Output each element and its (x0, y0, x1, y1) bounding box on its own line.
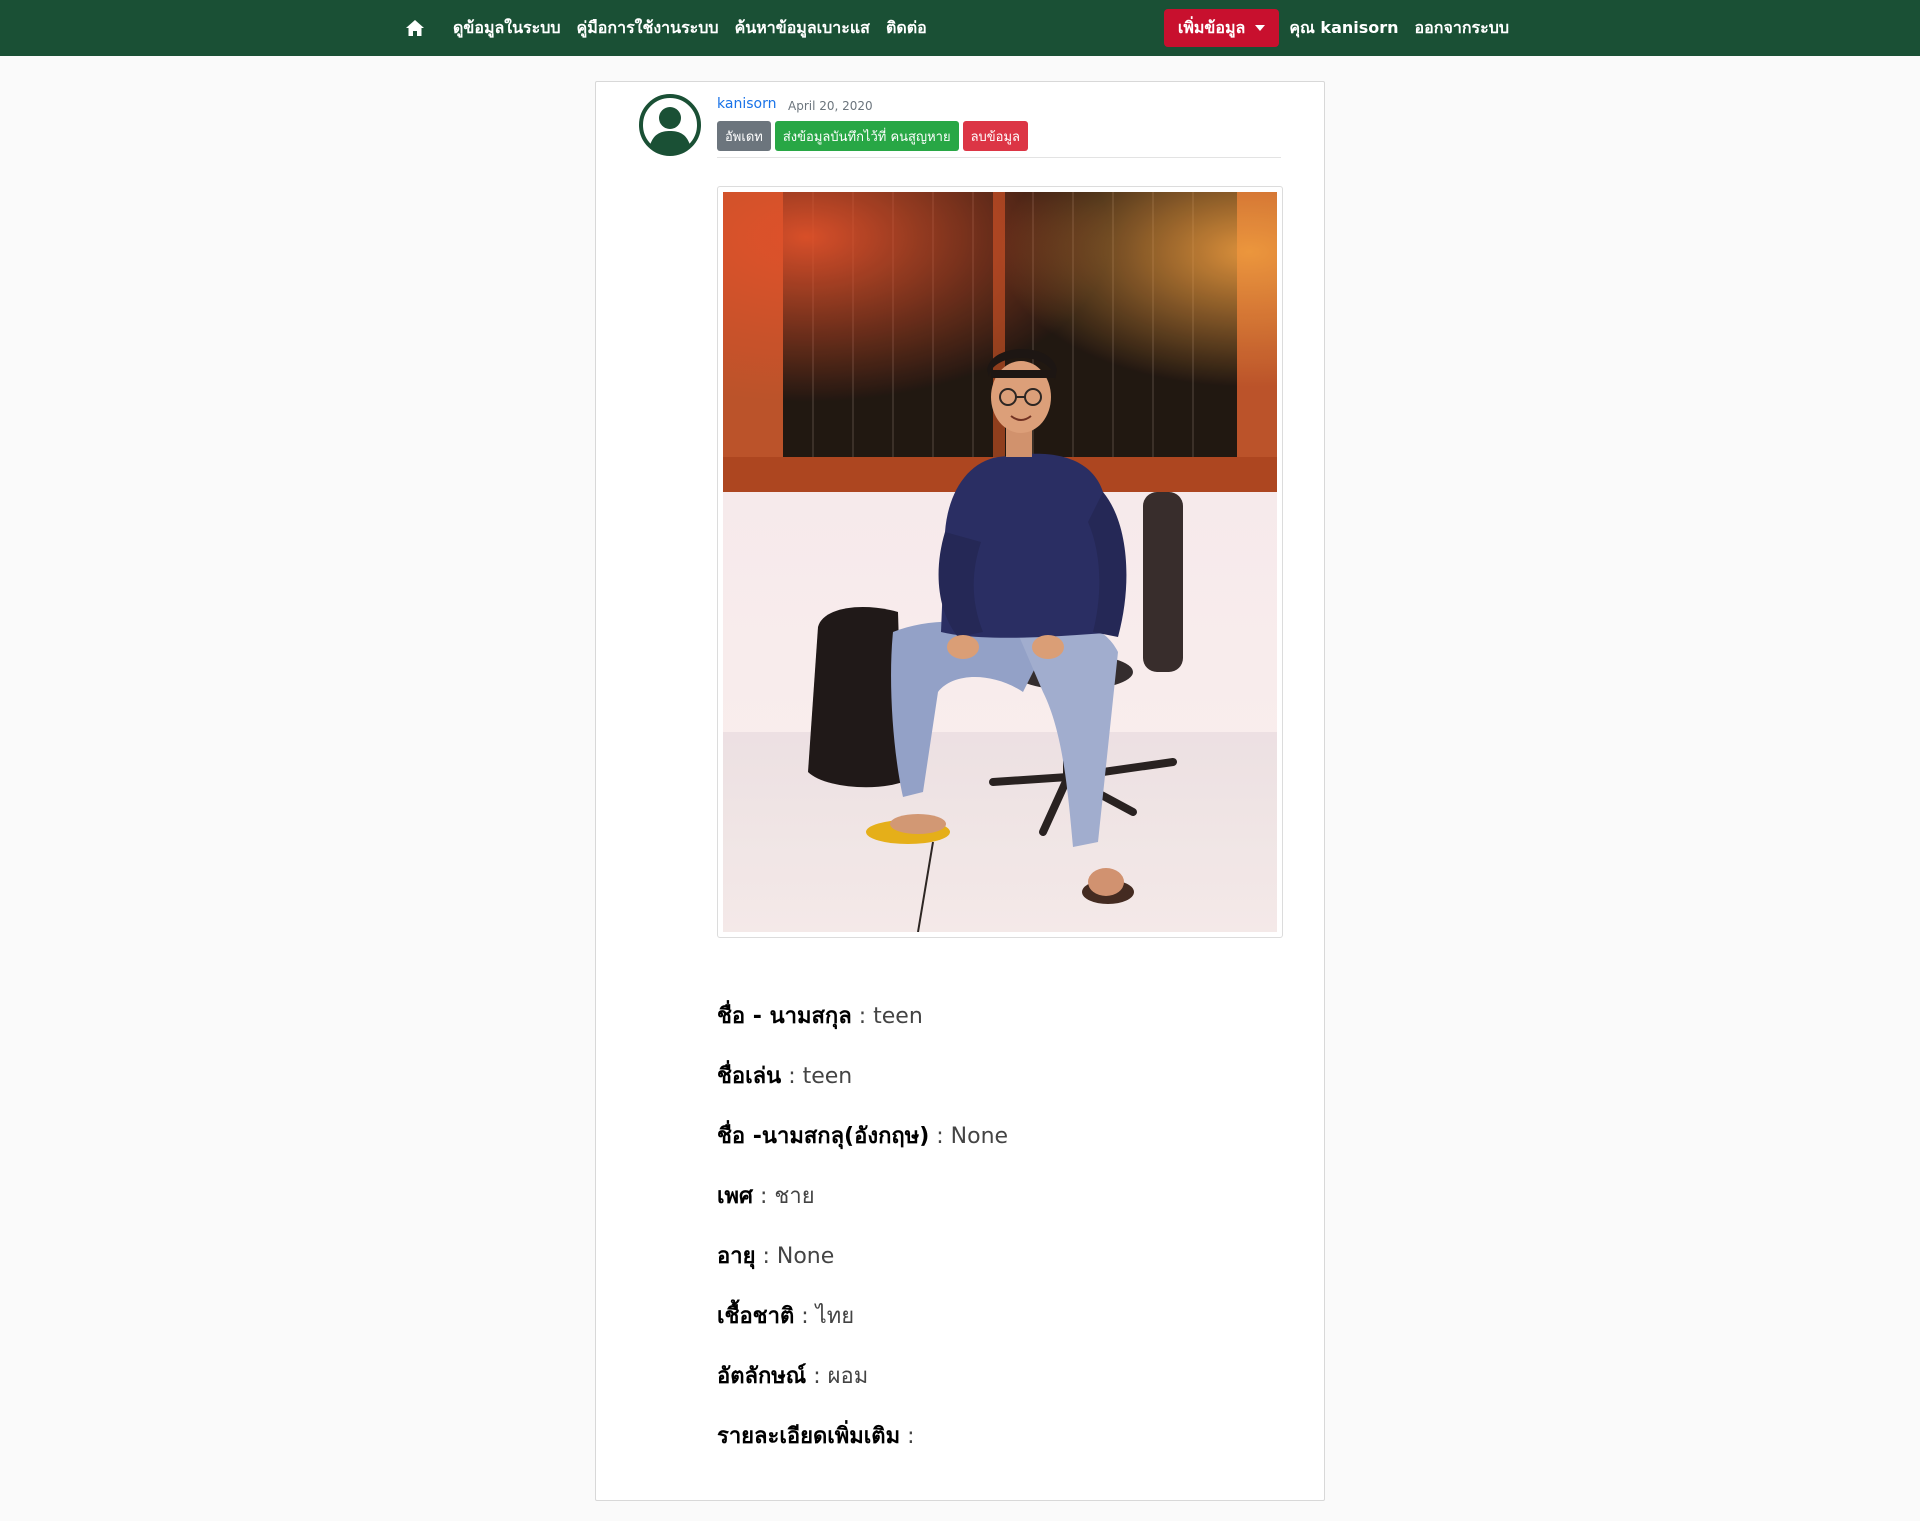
field-separator: : (907, 1424, 915, 1449)
field-fullname: ชื่อ - นามสกุล : teen (717, 1002, 1297, 1062)
send-to-missing-button[interactable]: ส่งข้อมูลบันทึกไว้ที่ คนสูญหาย (774, 121, 959, 151)
post-author-link[interactable]: kanisorn (717, 96, 776, 112)
add-data-dropdown-button[interactable]: เพิ่มข้อมูล (1163, 9, 1280, 47)
nav-user-manual[interactable]: คู่มือการใช้งานระบบ (577, 16, 719, 41)
add-data-label: เพิ่มข้อมูล (1177, 17, 1246, 37)
caret-down-icon (1255, 25, 1266, 31)
field-label: ชื่อ -นามสกลุ(อังกฤษ) (717, 1124, 930, 1149)
field-separator: : (762, 1244, 777, 1269)
post-date: April 20, 2020 (788, 99, 873, 113)
field-separator: : (936, 1124, 951, 1149)
user-avatar-icon (639, 94, 701, 156)
field-age: อายุ : None (717, 1242, 1297, 1302)
field-separator: : (760, 1184, 775, 1209)
field-identity: อัตลักษณ์ : ผอม (717, 1362, 1297, 1422)
field-nationality: เชื้อชาติ : ไทย (717, 1302, 1297, 1362)
nav-logout[interactable]: ออกจากระบบ (1415, 16, 1509, 41)
field-value: ไทย (815, 1304, 855, 1329)
field-label: ชื่อ - นามสกุล (717, 1004, 852, 1029)
nav-user-name[interactable]: คุณ kanisorn (1289, 16, 1398, 41)
field-additional-details: รายละเอียดเพิ่มเติม : (717, 1422, 1297, 1482)
header-divider (717, 157, 1281, 158)
delete-button[interactable]: ลบข้อมูล (962, 121, 1029, 151)
nav-contact[interactable]: ติดต่อ (886, 16, 927, 41)
post-card: kanisorn April 20, 2020 อัพเดท ส่งข้อมูล… (595, 81, 1325, 1501)
field-value: teen (802, 1064, 853, 1089)
field-label: เชื้อชาติ (717, 1304, 795, 1329)
person-photo-frame (717, 186, 1283, 938)
navbar-content: ดูข้อมูลในระบบ คู่มือการใช้งานระบบ ค้นหา… (395, 0, 1525, 56)
field-separator: : (788, 1064, 803, 1089)
nav-view-data[interactable]: ดูข้อมูลในระบบ (453, 16, 561, 41)
field-nickname: ชื่อเล่น : teen (717, 1062, 1297, 1122)
field-value: ผอม (827, 1364, 869, 1389)
field-value: teen (873, 1004, 923, 1029)
nav-search-clues[interactable]: ค้นหาข้อมูลเบาะแส (735, 16, 870, 41)
person-photo (723, 192, 1277, 932)
field-separator: : (858, 1004, 874, 1029)
field-label: เพศ (717, 1184, 753, 1209)
field-label: อายุ (717, 1244, 756, 1269)
field-english-name: ชื่อ -นามสกลุ(อังกฤษ) : None (717, 1122, 1297, 1182)
post-actions: อัพเดท ส่งข้อมูลบันทึกไว้ที่ คนสูญหาย ลบ… (717, 121, 1029, 151)
field-value: ชาย (774, 1184, 815, 1209)
field-label: รายละเอียดเพิ่มเติม (717, 1424, 901, 1449)
field-separator: : (813, 1364, 828, 1389)
field-value: None (950, 1124, 1009, 1149)
field-value: None (776, 1244, 835, 1269)
update-button[interactable]: อัพเดท (717, 121, 771, 151)
avatar (638, 93, 702, 157)
field-label: อัตลักษณ์ (717, 1364, 807, 1389)
field-separator: : (801, 1304, 816, 1329)
home-icon[interactable] (405, 18, 427, 38)
field-gender: เพศ : ชาย (717, 1182, 1297, 1242)
field-label: ชื่อเล่น (717, 1064, 782, 1089)
person-details: ชื่อ - นามสกุล : teen ชื่อเล่น : teen ชื… (717, 1002, 1297, 1482)
top-navbar: ดูข้อมูลในระบบ คู่มือการใช้งานระบบ ค้นหา… (0, 0, 1920, 56)
